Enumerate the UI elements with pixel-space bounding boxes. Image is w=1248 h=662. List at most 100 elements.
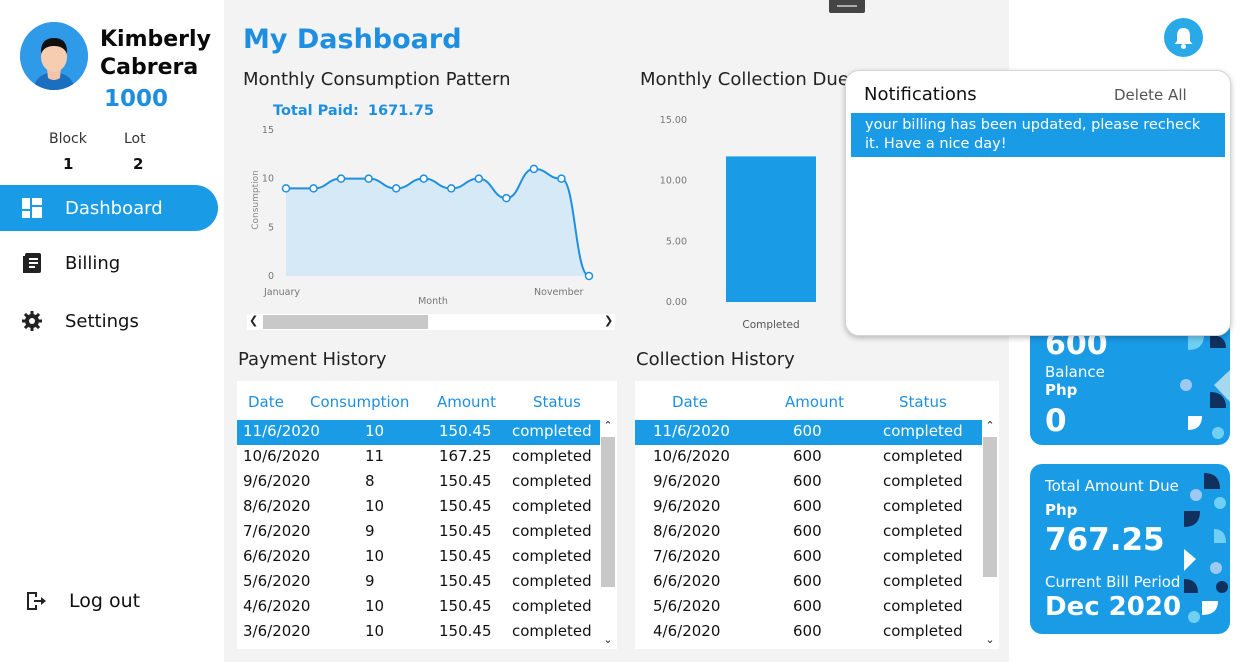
table-cell: 600 [793,547,822,565]
col-header-status[interactable]: Status [533,393,581,411]
y-tick-label: 0 [268,271,274,282]
scroll-right-arrow[interactable]: ❯ [604,314,613,327]
table-row[interactable]: 3/6/2020 10 150.45 completed [237,620,600,645]
col-header-amount[interactable]: Amount [437,393,496,411]
table-cell: completed [512,447,592,465]
table-row[interactable]: 5/6/2020 9 150.45 completed [237,570,600,595]
consumption-data-point[interactable] [309,184,318,193]
scroll-thumb[interactable] [263,315,428,329]
col-header-date[interactable]: Date [248,393,284,411]
notification-bell-button[interactable] [1164,18,1203,57]
table-cell: completed [883,422,963,440]
col-header-date[interactable]: Date [672,393,708,411]
collection-bar[interactable] [726,156,816,302]
table-row[interactable]: 6/6/2020 10 150.45 completed [237,545,600,570]
collection-chart: 15.00 10.00 5.00 0.00 Completed [660,115,816,331]
consumption-data-point[interactable] [529,164,539,174]
table-row[interactable]: 8/6/2020 600 completed [635,520,982,545]
scroll-thumb[interactable] [983,437,997,577]
nav-item-dashboard[interactable]: Dashboard [0,185,218,231]
block-label: Block [49,131,87,147]
table-row[interactable]: 4/6/2020 10 150.45 completed [237,595,600,620]
consumption-data-point[interactable] [447,184,456,193]
collection-table-scrollbar[interactable]: ⌃ ⌄ [982,419,998,649]
scroll-left-arrow[interactable]: ❮ [249,314,258,327]
table-cell: 6/6/2020 [653,572,721,590]
consumption-data-point[interactable] [502,193,511,203]
scroll-up-arrow[interactable]: ⌃ [982,419,998,432]
x-tick-november: November [534,287,584,298]
table-row[interactable]: 4/6/2020 600 completed [635,620,982,645]
user-name: Kimberly Cabrera [100,26,220,82]
consumption-data-point[interactable] [419,174,428,183]
bar-category-label: Completed [742,319,799,331]
table-row[interactable]: 6/6/2020 600 completed [635,570,982,595]
consumption-data-point[interactable] [557,174,566,183]
col-header-amount[interactable]: Amount [785,393,844,411]
logout-label: Log out [69,590,141,612]
user-last-name: Cabrera [100,55,199,80]
table-row[interactable]: 11/6/2020 600 completed [635,420,982,445]
scroll-thumb[interactable] [601,437,615,587]
logout-button[interactable]: Log out [0,578,140,624]
y-tick-label: 15 [262,125,274,136]
period-value: Dec 2020 [1045,592,1182,622]
table-row[interactable]: 7/6/2020 600 completed [635,545,982,570]
window-drag-handle[interactable] [829,0,865,13]
notification-item[interactable]: your billing has been updated, please re… [851,113,1225,157]
table-cell: 600 [793,422,822,440]
block-value: 1 [63,155,74,173]
payment-table-scrollbar[interactable]: ⌃ ⌄ [600,419,616,649]
table-cell: 5/6/2020 [243,572,311,590]
total-paid: Total Paid: 1671.75 [273,103,434,119]
user-id: 1000 [104,86,169,112]
table-cell: 8 [365,472,375,490]
table-row[interactable]: 11/6/2020 10 150.45 completed [237,420,600,445]
table-cell: 4/6/2020 [653,622,721,640]
nav-label-billing: Billing [65,252,121,274]
due-label: Total Amount Due [1045,477,1179,495]
table-row[interactable]: 9/6/2020 600 completed [635,470,982,495]
table-cell: completed [883,622,963,640]
consumption-chart-xlabel: Month [418,296,448,307]
table-cell: 167.25 [439,447,492,465]
collection-history-table: Date Amount Status 11/6/2020 600 completed… [635,381,999,649]
y-tick-label: 5 [268,222,274,233]
table-cell: completed [883,447,963,465]
consumption-data-point[interactable] [584,271,594,281]
table-row[interactable]: 10/6/2020 600 completed [635,445,982,470]
decorative-shapes [1184,473,1228,623]
table-row[interactable]: 9/6/2020 8 150.45 completed [237,470,600,495]
table-cell: 8/6/2020 [653,522,721,540]
delete-all-button[interactable]: Delete All [1114,86,1187,104]
scroll-down-arrow[interactable]: ⌄ [600,633,616,646]
consumption-data-point[interactable] [474,174,484,183]
col-header-status[interactable]: Status [899,393,947,411]
nav-item-settings[interactable]: Settings [0,298,139,344]
table-cell: 150.45 [439,497,492,515]
consumption-data-point[interactable] [364,174,373,183]
scroll-down-arrow[interactable]: ⌄ [982,633,998,646]
table-cell: 9/6/2020 [653,497,721,515]
consumption-data-point[interactable] [281,184,291,193]
chart-horizontal-scrollbar[interactable]: ❮ ❯ [247,314,615,330]
col-header-consumption[interactable]: Consumption [310,393,409,411]
table-row[interactable]: 8/6/2020 10 150.45 completed [237,495,600,520]
user-avatar-icon [20,22,88,90]
table-cell: 150.45 [439,472,492,490]
table-cell: completed [883,572,963,590]
consumption-data-point[interactable] [336,174,346,183]
consumption-data-point[interactable] [391,184,401,193]
scroll-up-arrow[interactable]: ⌃ [600,419,616,432]
table-cell: completed [512,572,592,590]
table-row[interactable]: 9/6/2020 600 completed [635,495,982,520]
table-cell: completed [883,547,963,565]
nav-item-billing[interactable]: Billing [0,240,120,286]
table-cell: 600 [793,597,822,615]
table-cell: 9 [365,522,375,540]
table-cell: 10 [365,497,385,515]
table-row[interactable]: 10/6/2020 11 167.25 completed [237,445,600,470]
table-row[interactable]: 7/6/2020 9 150.45 completed [237,520,600,545]
table-row[interactable]: 5/6/2020 600 completed [635,595,982,620]
sidebar: Kimberly Cabrera 1000 Block 1 Lot 2 Dash… [0,0,224,662]
